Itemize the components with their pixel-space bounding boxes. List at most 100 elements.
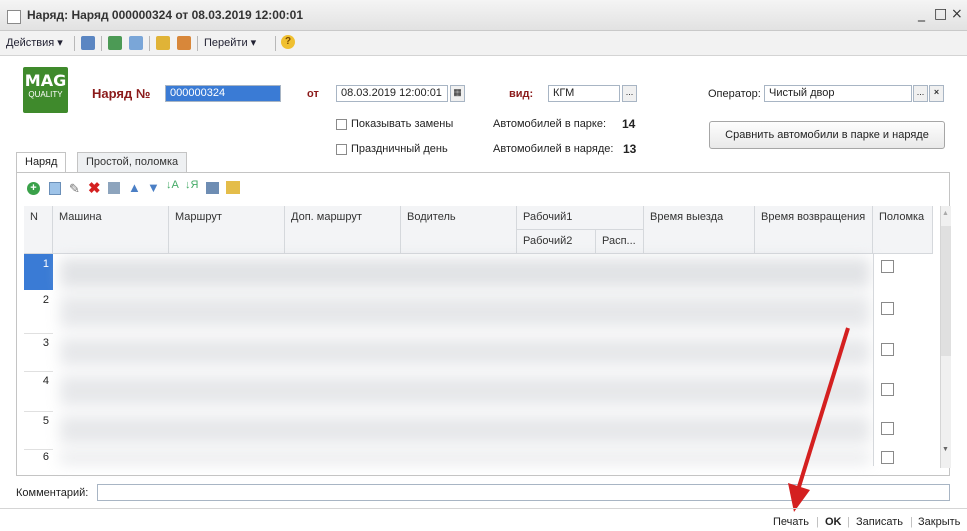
breakdown-column (873, 254, 934, 466)
redacted-row-content (60, 416, 870, 444)
logo-subtext: QUALITY (28, 90, 63, 99)
move-up-icon[interactable]: ▲ (128, 180, 141, 195)
table-row-number[interactable]: 1 (24, 254, 53, 290)
operator-label: Оператор: (708, 88, 761, 100)
footer-separator: | (847, 516, 850, 528)
edit-row-icon[interactable]: ✎ (69, 181, 80, 197)
order-number-field[interactable]: 000000324 (165, 85, 281, 102)
copy-row-icon[interactable] (49, 182, 61, 195)
breakdown-checkbox[interactable] (881, 422, 894, 435)
table-row-number[interactable]: 6 (24, 449, 53, 466)
toolbar-separator (149, 36, 150, 51)
print-button[interactable]: Печать (773, 516, 809, 528)
table-scrollbar[interactable]: ▲ ▼ (940, 206, 951, 468)
show-replacements-label: Показывать замены (351, 118, 454, 130)
move-down-icon[interactable]: ▼ (147, 180, 160, 195)
red-arrow-annotation (788, 327, 850, 512)
breakdown-checkbox[interactable] (881, 343, 894, 356)
refresh-icon[interactable] (108, 36, 122, 50)
footer-separator: | (910, 516, 913, 528)
scroll-up-icon[interactable]: ▲ (942, 210, 949, 217)
folder-icon[interactable] (226, 181, 240, 194)
kind-field[interactable]: КГМ (548, 85, 620, 102)
tab-downtime[interactable]: Простой, поломка (77, 152, 188, 173)
window-titlebar: Наряд: Наряд 000000324 от 08.03.2019 12:… (0, 0, 967, 31)
redacted-row-content (60, 296, 870, 328)
holiday-label: Праздничный день (351, 143, 448, 155)
operator-field[interactable]: Чистый двор (764, 85, 912, 102)
date-field[interactable]: 08.03.2019 12:00:01 (336, 85, 448, 102)
maximize-icon[interactable]: □ (934, 6, 947, 22)
kind-label: вид: (509, 88, 534, 100)
operator-select-button[interactable]: ... (913, 85, 928, 102)
copy-icon[interactable] (129, 36, 143, 50)
table-row-number[interactable]: 4 (24, 371, 53, 412)
holiday-checkbox[interactable] (336, 144, 347, 155)
close-icon[interactable]: × (951, 6, 963, 22)
comment-label: Комментарий: (16, 487, 89, 499)
toolbar: Действия ▾ Перейти ▾ ? (0, 31, 967, 56)
unpost-icon[interactable] (177, 36, 191, 50)
breakdown-checkbox[interactable] (881, 260, 894, 273)
column-header-return[interactable]: Время возвращения (755, 206, 873, 254)
cars-in-park-label: Автомобилей в парке: (493, 118, 607, 130)
redacted-row-content (60, 338, 870, 366)
sort-desc-icon[interactable]: ↓Я (185, 179, 198, 191)
column-header-worker2[interactable]: Рабочий2 (517, 230, 596, 254)
company-logo: MAG QUALITY (23, 67, 68, 113)
compare-cars-button[interactable]: Сравнить автомобили в парке и наряде (709, 121, 945, 149)
breakdown-checkbox[interactable] (881, 451, 894, 464)
end-edit-icon[interactable] (108, 182, 120, 194)
tab-order[interactable]: Наряд (16, 152, 67, 173)
column-header-departure[interactable]: Время выезда (644, 206, 755, 254)
save-button[interactable]: Записать (856, 516, 903, 528)
toolbar-separator (197, 36, 198, 51)
actions-menu-button[interactable]: Действия ▾ (6, 36, 63, 49)
cars-in-order-label: Автомобилей в наряде: (493, 143, 614, 155)
toolbar-separator (275, 36, 276, 51)
logo-text: MAG (24, 71, 67, 90)
operator-clear-icon[interactable]: × (929, 85, 944, 102)
table-header: N Машина Маршрут Доп. маршрут Водитель Р… (24, 206, 940, 254)
column-header-schedule[interactable]: Расп... (596, 230, 644, 254)
column-header-extra-route[interactable]: Доп. маршрут (285, 206, 401, 254)
scroll-down-icon[interactable]: ▼ (942, 446, 949, 453)
add-row-icon[interactable]: + (27, 182, 40, 195)
table-row-number[interactable]: 2 (24, 290, 53, 334)
redacted-row-content (60, 376, 870, 406)
column-header-worker1[interactable]: Рабочий1 (517, 206, 644, 230)
column-header-breakdown[interactable]: Поломка (873, 206, 933, 254)
help-icon[interactable]: ? (281, 35, 295, 49)
column-header-route[interactable]: Маршрут (169, 206, 285, 254)
goto-menu-button[interactable]: Перейти ▾ (204, 36, 256, 49)
footer-divider (0, 508, 967, 509)
date-from-label: от (307, 88, 319, 100)
cars-in-order-value: 13 (623, 142, 637, 156)
kind-select-button[interactable]: ... (622, 85, 637, 102)
footer-separator: | (816, 516, 819, 528)
post-icon[interactable] (156, 36, 170, 50)
minimize-icon[interactable]: _ (918, 6, 925, 22)
close-button[interactable]: Закрыть (918, 516, 960, 528)
column-header-car[interactable]: Машина (53, 206, 169, 254)
save-icon[interactable] (206, 182, 219, 194)
cars-in-park-value: 14 (622, 117, 636, 131)
delete-row-icon[interactable]: ✖ (88, 179, 101, 197)
document-icon (7, 10, 21, 24)
ok-button[interactable]: OK (825, 516, 842, 528)
scroll-thumb[interactable] (941, 226, 951, 356)
show-replacements-checkbox[interactable] (336, 119, 347, 130)
breakdown-checkbox[interactable] (881, 302, 894, 315)
save-close-icon[interactable] (81, 36, 95, 50)
column-header-n[interactable]: N (24, 206, 53, 254)
toolbar-separator (74, 36, 75, 51)
table-row-number[interactable]: 5 (24, 411, 53, 450)
calendar-icon[interactable]: ▦ (450, 85, 465, 102)
table-row-number[interactable]: 3 (24, 333, 53, 372)
toolbar-separator (101, 36, 102, 51)
sort-asc-icon[interactable]: ↓A (166, 179, 179, 191)
redacted-row-content (60, 258, 870, 288)
breakdown-checkbox[interactable] (881, 383, 894, 396)
redacted-row-content (60, 452, 870, 464)
column-header-driver[interactable]: Водитель (401, 206, 517, 254)
